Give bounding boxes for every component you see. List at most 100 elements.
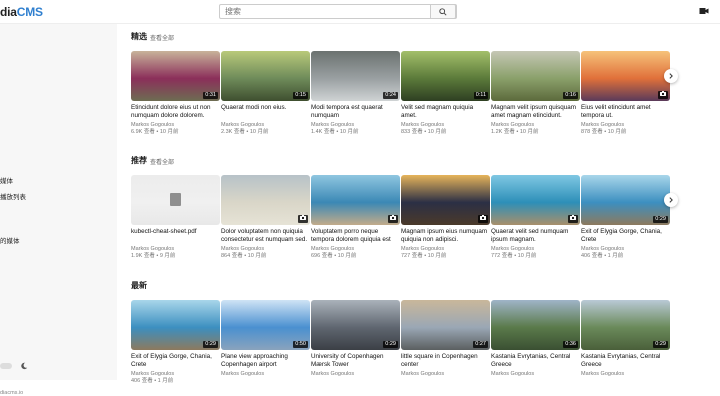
media-title[interactable]: Modi tempora est quaerat numquam (311, 104, 400, 120)
media-author[interactable]: Markos Gogoulos (491, 246, 580, 253)
video-camera-icon[interactable] (699, 6, 709, 16)
media-card[interactable]: Dolor voluptatem non quiquia consectetur… (221, 175, 310, 260)
sidebar-item-playlists[interactable]: 播放列表 (0, 191, 26, 201)
media-card[interactable]: 0:16 Magnam velit ipsum quisquam amet mag… (491, 51, 580, 136)
media-card[interactable]: kubectl-cheat-sheet.pdf Markos Gogoulos 1.… (131, 175, 220, 260)
media-meta: 1.2K 查看 • 10 月前 (491, 129, 539, 135)
media-author[interactable]: Markos Gogoulos (131, 122, 220, 129)
pdf-document-icon (170, 193, 181, 206)
image-badge-icon (388, 215, 398, 223)
media-thumbnail[interactable]: 0:50 (221, 300, 310, 350)
media-title[interactable]: Velit sed magnam quiquia amet. (401, 104, 490, 120)
media-author[interactable]: Markos Gogoulos (581, 371, 670, 378)
media-card[interactable]: 0:29 Exit of Elygia Gorge, Chania, Crete M… (131, 300, 220, 385)
media-thumbnail[interactable]: 0:16 (491, 51, 580, 101)
media-card[interactable]: 0:36 Kastania Evrytanias, Central Greece M… (491, 300, 580, 378)
media-thumbnail[interactable] (311, 175, 400, 225)
view-all-link[interactable]: 查看全部 (150, 157, 174, 166)
media-author[interactable]: Markos Gogoulos (131, 371, 220, 378)
next-arrow-button[interactable] (664, 193, 678, 207)
media-thumbnail[interactable]: 0:29 (581, 300, 670, 350)
media-author[interactable]: Markos Gogoulos (401, 246, 490, 253)
media-card[interactable]: 0:11 Velit sed magnam quiquia amet. Markos… (401, 51, 490, 136)
media-author[interactable]: Markos Gogoulos (221, 122, 310, 129)
image-badge-icon (658, 91, 668, 99)
section-title: 最新 (131, 281, 147, 290)
sidebar-item-my-media[interactable]: 的媒体 (0, 235, 20, 245)
media-card[interactable]: 0:29 Exit of Elygia Gorge, Chania, Crete M… (581, 175, 670, 260)
media-thumbnail[interactable] (491, 175, 580, 225)
media-meta: 2.3K 查看 • 10 月前 (221, 129, 269, 135)
media-title[interactable]: Kastania Evrytanias, Central Greece (491, 353, 580, 369)
media-thumbnail[interactable]: 0:24 (311, 51, 400, 101)
media-title[interactable]: Voluptatem porro neque tempora dolorem q… (311, 228, 400, 244)
media-author[interactable]: Markos Gogoulos (311, 371, 400, 378)
media-title[interactable]: Etincidunt dolore eius ut non numquam do… (131, 104, 220, 120)
view-all-link[interactable]: 查看全部 (150, 33, 174, 42)
media-author[interactable]: Markos Gogoulos (311, 122, 400, 129)
media-meta: 772 查看 • 10 月前 (491, 253, 537, 259)
section-title: 精选 (131, 32, 147, 41)
media-thumbnail[interactable] (131, 175, 220, 225)
media-author[interactable]: Markos Gogoulos (131, 246, 220, 253)
media-title[interactable]: Exit of Elygia Gorge, Chania, Crete (131, 353, 220, 369)
media-card[interactable]: Quaerat velit sed numquam ipsum magnam. M… (491, 175, 580, 260)
media-meta: 1.9K 查看 • 9 月前 (131, 253, 176, 259)
media-card[interactable]: 0:50 Plane view approaching Copenhagen ai… (221, 300, 310, 378)
media-title[interactable]: Magnam ipsum eius numquam quiquia non ad… (401, 228, 490, 244)
media-title[interactable]: kubectl-cheat-sheet.pdf (131, 228, 220, 244)
search-button[interactable] (430, 4, 456, 19)
media-meta: 864 查看 • 10 月前 (221, 253, 267, 259)
media-card[interactable]: Magnam ipsum eius numquam quiquia non ad… (401, 175, 490, 260)
media-title[interactable]: Kastania Evrytanias, Central Greece (581, 353, 670, 369)
media-title[interactable]: Dolor voluptatem non quiquia consectetur… (221, 228, 310, 244)
media-author[interactable]: Markos Gogoulos (491, 371, 580, 378)
media-title[interactable]: Exit of Elygia Gorge, Chania, Crete (581, 228, 670, 244)
media-thumbnail[interactable]: 0:11 (401, 51, 490, 101)
media-author[interactable]: Markos Gogoulos (221, 246, 310, 253)
top-bar: diaCMS (0, 0, 720, 24)
media-title[interactable]: Eius velit etincidunt amet tempora ut. (581, 104, 670, 120)
media-thumbnail[interactable] (221, 175, 310, 225)
media-thumbnail[interactable] (401, 175, 490, 225)
media-thumbnail[interactable]: 0:27 (401, 300, 490, 350)
media-author[interactable]: Markos Gogoulos (401, 122, 490, 129)
media-card[interactable]: 0:29 University of Copenhagen Mærsk Tower… (311, 300, 400, 378)
media-author[interactable]: Markos Gogoulos (311, 246, 400, 253)
media-title[interactable]: little square in Copenhagen center (401, 353, 490, 369)
media-title[interactable]: Quaerat velit sed numquam ipsum magnam. (491, 228, 580, 244)
media-author[interactable]: Markos Gogoulos (491, 122, 580, 129)
next-arrow-button[interactable] (664, 69, 678, 83)
media-author[interactable]: Markos Gogoulos (581, 122, 670, 129)
media-card[interactable]: 0:24 Modi tempora est quaerat numquam Mark… (311, 51, 400, 136)
media-thumbnail[interactable]: 0:36 (491, 300, 580, 350)
media-card[interactable]: 0:27 little square in Copenhagen center Ma… (401, 300, 490, 378)
media-thumbnail[interactable] (581, 51, 670, 101)
media-card[interactable]: Voluptatem porro neque tempora dolorem q… (311, 175, 400, 260)
logo[interactable]: diaCMS (0, 5, 43, 19)
duration-badge: 0:29 (653, 341, 668, 348)
media-thumbnail[interactable]: 0:15 (221, 51, 310, 101)
search-input[interactable] (220, 5, 433, 18)
media-author[interactable]: Markos Gogoulos (221, 371, 310, 378)
media-card[interactable]: 0:29 Kastania Evrytanias, Central Greece M… (581, 300, 670, 378)
sidebar-item-media[interactable]: 媒体 (0, 175, 13, 185)
media-card[interactable]: 0:15 Quaerat modi non eius. Markos Gogoulo… (221, 51, 310, 136)
media-thumbnail[interactable]: 0:31 (131, 51, 220, 101)
search-icon (439, 7, 447, 16)
media-thumbnail[interactable]: 0:29 (311, 300, 400, 350)
media-card[interactable]: 0:31 Etincidunt dolore eius ut non numqua… (131, 51, 220, 136)
media-author[interactable]: Markos Gogoulos (401, 371, 490, 378)
media-title[interactable]: University of Copenhagen Mærsk Tower (311, 353, 400, 369)
media-author[interactable]: Markos Gogoulos (581, 246, 670, 253)
media-title[interactable]: Plane view approaching Copenhagen airpor… (221, 353, 310, 369)
media-card[interactable]: Eius velit etincidunt amet tempora ut. Ma… (581, 51, 670, 136)
image-badge-icon (568, 215, 578, 223)
media-title[interactable]: Magnam velit ipsum quisquam amet magnam … (491, 104, 580, 120)
duration-badge: 0:29 (203, 341, 218, 348)
media-title[interactable]: Quaerat modi non eius. (221, 104, 310, 120)
media-thumbnail[interactable]: 0:29 (131, 300, 220, 350)
theme-toggle[interactable] (0, 363, 12, 369)
media-meta: 878 查看 • 10 月前 (581, 129, 627, 135)
media-thumbnail[interactable]: 0:29 (581, 175, 670, 225)
